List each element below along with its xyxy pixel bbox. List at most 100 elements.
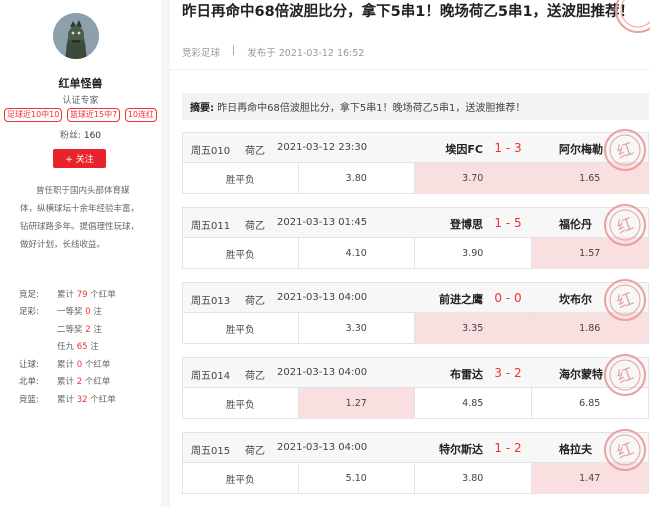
stat-row: 二等奖 2 注: [19, 320, 159, 338]
market-label: 胜平负: [183, 238, 299, 269]
match-score: 1 - 2: [494, 441, 522, 455]
odds-row: 胜平负 5.10 3.80 1.47: [183, 463, 648, 494]
stat-suffix: 个红单: [87, 289, 116, 300]
stat-value: 累计 32 个红单: [57, 393, 116, 405]
stat-suffix: 注: [87, 342, 99, 353]
stamp-text: 红: [614, 364, 636, 387]
stamp-text: 红: [614, 139, 636, 162]
match-score: 1 - 3: [494, 141, 522, 155]
odds-cell: 3.30: [299, 313, 415, 344]
red-stamp-icon: 红: [604, 354, 646, 396]
market-label: 胜平负: [183, 313, 299, 344]
odds-cell: 1.27: [298, 388, 415, 419]
article-meta: 竞彩足球 | 发布于 2021-03-12 16:52: [182, 45, 364, 59]
match-card[interactable]: 周五015 荷乙 2021-03-13 04:00 特尔斯达 1 - 2 格拉夫红胜平负 5…: [182, 429, 649, 494]
stat-row: 让球: 累计 0 个红单: [19, 355, 159, 373]
match-time: 2021-03-13 04:00: [277, 292, 368, 303]
match-number: 周五010: [191, 146, 231, 157]
match-number: 周五015: [191, 446, 231, 457]
match-league: 荷乙: [245, 371, 265, 382]
market-label: 胜平负: [183, 463, 299, 494]
stat-prefix: 累计: [57, 289, 77, 300]
expert-sidebar: 红单怪兽 认证专家 足球近10中10 篮球近15中7 10连红 粉丝: 160 …: [0, 0, 161, 507]
stat-label: 竞足:: [19, 289, 39, 300]
avatar[interactable]: [53, 13, 99, 59]
stat-suffix: 注: [90, 307, 102, 318]
stat-value: 累计 79 个红单: [57, 288, 116, 300]
match-card[interactable]: 周五011 荷乙 2021-03-13 01:45 登博思 1 - 5 福伦丹红胜平负 4.…: [182, 204, 649, 269]
odds-cell: 4.85: [415, 388, 532, 419]
publish-time: 发布于 2021-03-12 16:52: [247, 48, 365, 59]
stat-label: 竞篮:: [19, 394, 39, 405]
stat-value: 一等奖 0 注: [57, 305, 102, 317]
stat-prefix: 一等奖: [57, 307, 86, 318]
match-league: 荷乙: [245, 296, 265, 307]
red-stamp-icon: [615, 0, 650, 33]
match-card[interactable]: 周五014 荷乙 2021-03-13 04:00 布雷达 3 - 2 海尔蒙特红胜平负 1…: [182, 354, 649, 419]
odds-cell: 3.35: [415, 313, 532, 344]
record-tags: 足球近10中10 篮球近15中7 10连红: [4, 108, 157, 122]
divider: [170, 69, 650, 70]
stat-suffix: 个红单: [82, 377, 111, 388]
meta-separator: |: [232, 45, 236, 56]
follow-button[interactable]: + 关注: [53, 149, 106, 168]
fans-value: 160: [83, 131, 102, 141]
match-number: 周五014: [191, 371, 231, 382]
match-league: 荷乙: [245, 221, 265, 232]
stat-number: 32: [76, 394, 88, 405]
match-header: 周五011 荷乙 2021-03-13 01:45 登博思 1 - 5 福伦丹红: [183, 204, 648, 246]
red-stamp-icon: 红: [604, 279, 646, 321]
stat-suffix: 个红单: [82, 359, 111, 370]
match-league: 荷乙: [245, 146, 265, 157]
red-stamp-icon: 红: [604, 204, 646, 246]
expert-name: 红单怪兽: [58, 77, 103, 90]
home-team: 布雷达: [450, 368, 483, 381]
summary-text: 昨日再命中68倍波胆比分，拿下5串1！晚场荷乙5串1，送波胆推荐！: [217, 103, 526, 114]
article-main: 昨日再命中68倍波胆比分，拿下5串1！晚场荷乙5串1，送波胆推荐！ 竞彩足球 |…: [170, 0, 650, 507]
odds-row: 胜平负 3.80 3.70 1.65: [183, 163, 648, 194]
match-time: 2021-03-13 04:00: [277, 442, 368, 453]
match-time: 2021-03-12 23:30: [277, 142, 368, 153]
stat-number: 79: [76, 289, 88, 300]
home-team: 前进之鹰: [439, 293, 483, 306]
match-header: 周五014 荷乙 2021-03-13 04:00 布雷达 3 - 2 海尔蒙特红: [183, 354, 648, 396]
home-team: 登博思: [450, 218, 483, 231]
stat-row: 竞篮: 累计 32 个红单: [19, 390, 159, 408]
odds-cell: 3.90: [415, 238, 532, 269]
stat-prefix: 累计: [57, 394, 77, 405]
stamp-text: 红: [614, 214, 636, 237]
stat-suffix: 注: [90, 324, 102, 335]
article-category[interactable]: 竞彩足球: [182, 45, 220, 59]
home-team: 埃因FC: [445, 143, 483, 156]
article-title: 昨日再命中68倍波胆比分，拿下5串1！晚场荷乙5串1，送波胆推荐！: [182, 4, 635, 20]
record-tag: 足球近10中10: [4, 108, 63, 122]
stat-value: 累计 0 个红单: [57, 358, 110, 370]
stat-label: 让球:: [19, 359, 39, 370]
stat-prefix: 二等奖: [57, 324, 86, 335]
summary-label: 摘要:: [190, 103, 214, 114]
odds-cell: 4.10: [299, 238, 415, 269]
match-time: 2021-03-13 01:45: [277, 217, 368, 228]
stat-value: 任九 65 注: [57, 340, 99, 352]
odds-row: 胜平负 4.10 3.90 1.57: [183, 238, 648, 269]
red-stamp-icon: 红: [604, 129, 646, 171]
match-score: 1 - 5: [494, 216, 522, 230]
record-tag: 10连红: [124, 108, 157, 122]
record-tag: 篮球近15中7: [66, 108, 121, 122]
match-header: 周五015 荷乙 2021-03-13 04:00 特尔斯达 1 - 2 格拉夫红: [183, 429, 648, 471]
odds-row: 胜平负 1.27 4.85 6.85: [183, 388, 648, 419]
match-card[interactable]: 周五013 荷乙 2021-03-13 04:00 前进之鹰 0 - 0 坎布尔红胜平负 3…: [182, 279, 649, 344]
stat-prefix: 任九: [57, 342, 77, 353]
fans-label: 粉丝:: [59, 131, 81, 141]
expert-stats: 竞足: 累计 79 个红单 足彩: 一等奖 0 注二等奖 2 注任九 65 注让球: 累…: [19, 285, 159, 408]
stat-value: 二等奖 2 注: [57, 323, 102, 335]
match-header: 周五013 荷乙 2021-03-13 04:00 前进之鹰 0 - 0 坎布尔红: [183, 279, 648, 321]
expert-role: 认证专家: [62, 96, 99, 106]
stat-row: 北单: 累计 2 个红单: [19, 373, 159, 391]
stat-number: 65: [76, 342, 88, 353]
stat-label: 足彩:: [19, 307, 39, 318]
match-card[interactable]: 周五010 荷乙 2021-03-12 23:30 埃因FC 1 - 3 阿尔梅勒红胜平负…: [182, 129, 649, 194]
odds-cell: 3.70: [415, 163, 532, 194]
match-header: 周五010 荷乙 2021-03-12 23:30 埃因FC 1 - 3 阿尔梅勒红: [183, 129, 648, 171]
stamp-text: 红: [614, 439, 636, 462]
